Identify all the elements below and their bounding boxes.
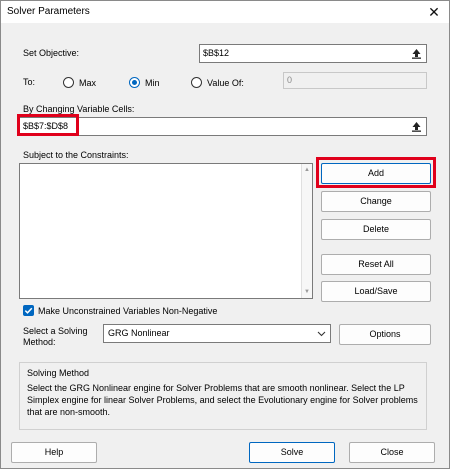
changing-cells-label: By Changing Variable Cells: bbox=[23, 104, 135, 114]
constraints-scrollbar[interactable]: ▲ ▼ bbox=[301, 164, 312, 298]
checkmark-icon bbox=[24, 307, 33, 314]
scroll-down-icon[interactable]: ▼ bbox=[302, 287, 312, 297]
solving-method-value: GRG Nonlinear bbox=[108, 328, 170, 338]
radio-min[interactable] bbox=[129, 77, 140, 88]
collapse-dialog-icon[interactable] bbox=[408, 119, 425, 134]
value-of-value: 0 bbox=[287, 75, 293, 85]
constraints-list[interactable]: ▲ ▼ bbox=[19, 163, 313, 299]
changing-cells-field[interactable]: $B$7:$D$8 bbox=[19, 117, 427, 136]
constraints-label: Subject to the Constraints: bbox=[23, 150, 129, 160]
load-save-button[interactable]: Load/Save bbox=[321, 281, 431, 302]
dropdown-chevron-icon bbox=[316, 328, 327, 341]
method-label-line1: Select a Solving bbox=[23, 326, 88, 336]
radio-value-of-label: Value Of: bbox=[207, 78, 244, 88]
set-objective-label: Set Objective: bbox=[23, 48, 79, 58]
radio-min-label: Min bbox=[145, 78, 160, 88]
set-objective-value: $B$12 bbox=[203, 48, 230, 58]
title-bar: Solver Parameters ✕ bbox=[1, 1, 449, 23]
changing-cells-highlight bbox=[17, 114, 79, 136]
solving-method-heading: Solving Method bbox=[27, 368, 90, 378]
collapse-dialog-icon[interactable] bbox=[408, 46, 425, 61]
radio-max[interactable] bbox=[63, 77, 74, 88]
nonneg-label: Make Unconstrained Variables Non-Negativ… bbox=[38, 306, 218, 316]
solving-method-description: Select the GRG Nonlinear engine for Solv… bbox=[27, 383, 418, 417]
set-objective-field[interactable]: $B$12 bbox=[199, 44, 427, 63]
solver-parameters-dialog: Solver Parameters ✕ Set Objective: $B$12… bbox=[0, 0, 450, 469]
nonneg-checkbox[interactable] bbox=[23, 305, 34, 316]
change-button[interactable]: Change bbox=[321, 191, 431, 212]
help-button[interactable]: Help bbox=[11, 442, 97, 463]
set-objective-label-text: Set Objective: bbox=[23, 48, 80, 58]
scroll-up-icon[interactable]: ▲ bbox=[302, 165, 312, 175]
close-button[interactable]: Close bbox=[349, 442, 435, 463]
value-of-field[interactable]: 0 bbox=[283, 72, 427, 89]
delete-button[interactable]: Delete bbox=[321, 219, 431, 240]
reset-all-button[interactable]: Reset All bbox=[321, 254, 431, 275]
options-button[interactable]: Options bbox=[339, 324, 431, 345]
method-label-line2: Method: bbox=[23, 337, 56, 347]
close-icon[interactable]: ✕ bbox=[423, 2, 445, 22]
radio-value-of[interactable] bbox=[191, 77, 202, 88]
radio-max-label: Max bbox=[79, 78, 97, 88]
add-button-highlight bbox=[316, 157, 436, 188]
solving-method-select[interactable]: GRG Nonlinear bbox=[103, 324, 331, 343]
to-label: To: bbox=[23, 77, 36, 87]
solve-button[interactable]: Solve bbox=[249, 442, 335, 463]
window-title: Solver Parameters bbox=[7, 6, 90, 17]
